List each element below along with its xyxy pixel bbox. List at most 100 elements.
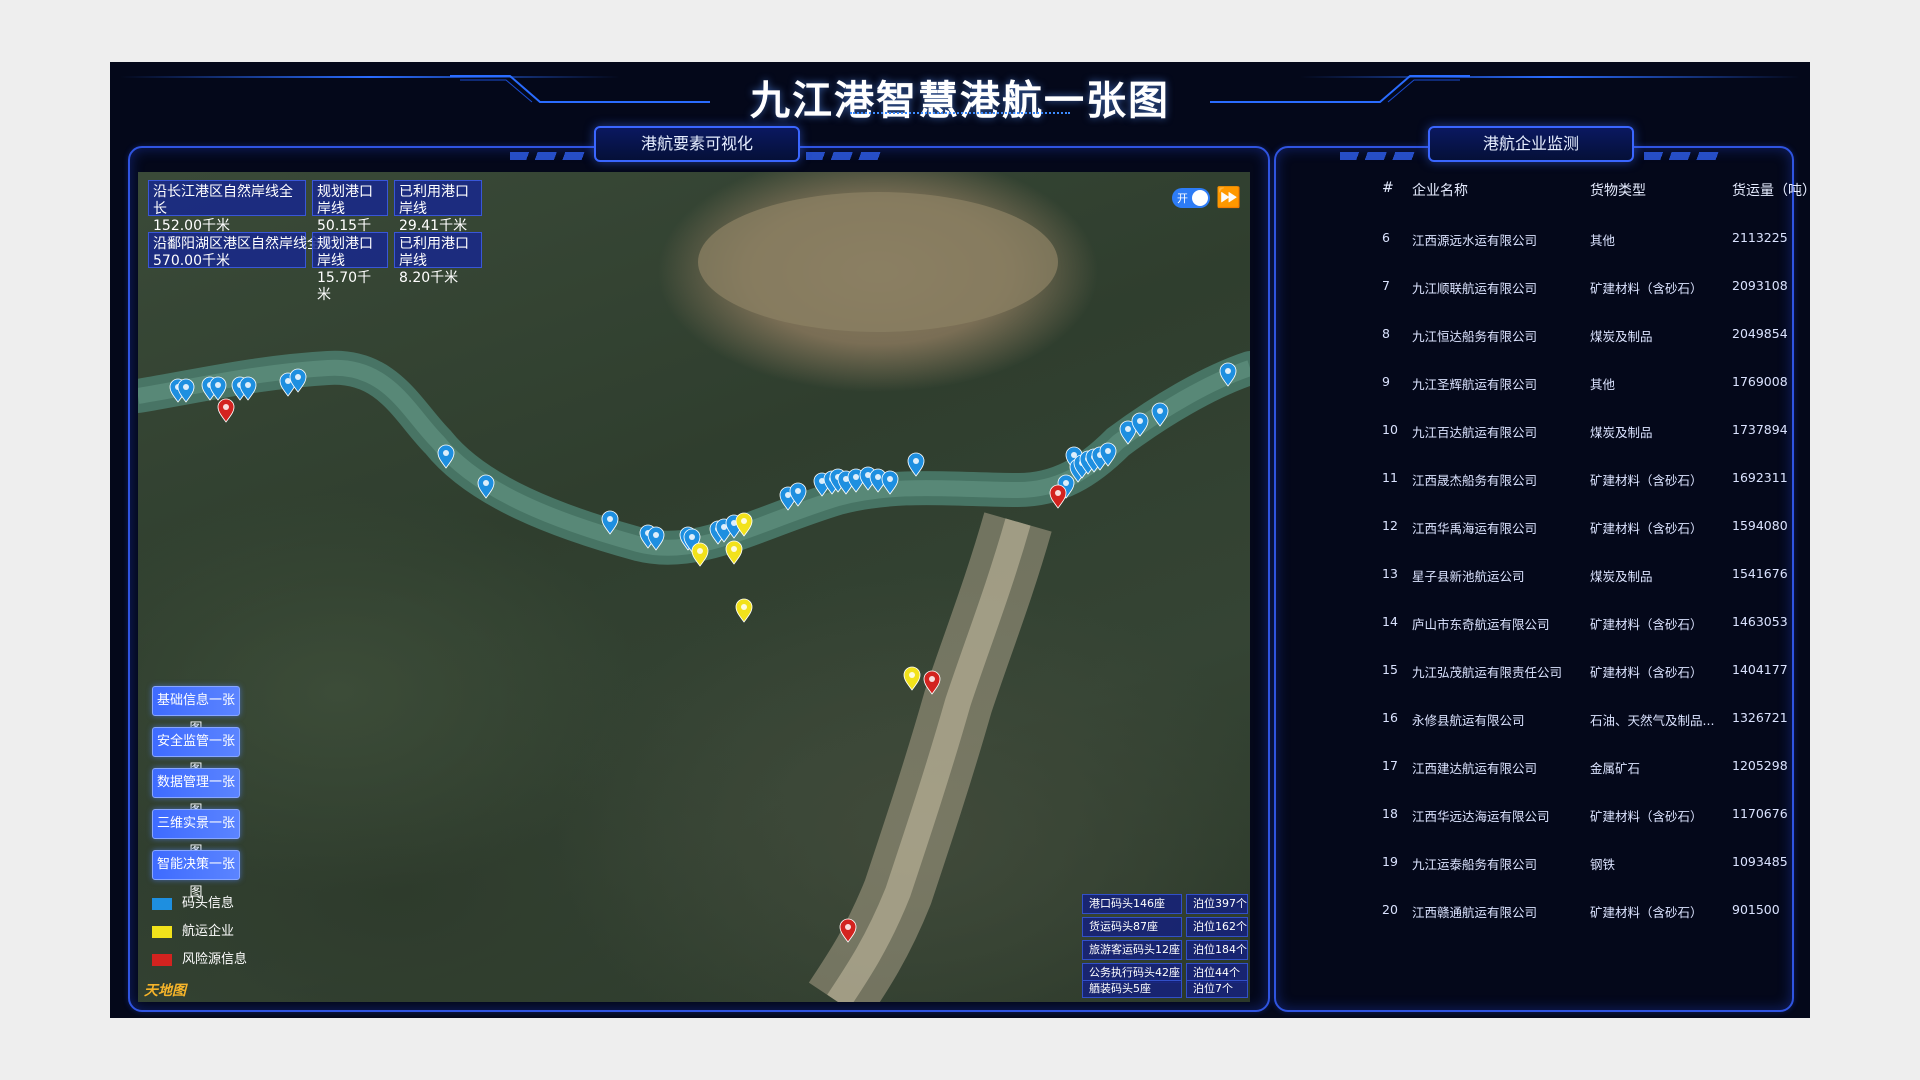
row-volume: 1205298 [1732, 758, 1788, 773]
stat-label: 规划港口岸线 [317, 236, 373, 269]
row-company: 江西建达航运有限公司 [1412, 761, 1538, 776]
yellow-map-marker-icon[interactable] [735, 598, 753, 623]
nav-decision-button[interactable]: 智能决策一张图 [152, 850, 240, 900]
stat-label: 已利用港口岸线 [399, 236, 469, 269]
row-cargo-type: 矿建材料（含砂石） [1590, 521, 1703, 536]
row-company: 九江恒达船务有限公司 [1412, 329, 1538, 344]
row-cargo-type: 石油、天然气及制品... [1590, 713, 1715, 728]
stat-label: 规划港口岸线 [317, 184, 373, 217]
nav-3d-scene-button[interactable]: 三维实景一张图 [152, 809, 240, 859]
yellow-map-marker-icon[interactable] [725, 540, 743, 565]
row-company: 九江百达航运有限公司 [1412, 425, 1538, 440]
marker-layer [169, 362, 1237, 943]
row-cargo-type: 矿建材料（含砂石） [1590, 617, 1703, 632]
dock-stat-name: 港口码头146座 [1082, 894, 1182, 914]
red-map-marker-icon[interactable] [1049, 484, 1067, 509]
stat-used-shoreline-1: 已利用港口岸线 29.41千米 [394, 180, 482, 234]
dashboard: 九江港智慧港航一张图 港航要素可视化 港航企业监测 沿长江港区自然岸线全长 152… [110, 62, 1810, 1018]
row-company: 江西晟杰船务有限公司 [1412, 473, 1538, 488]
nav-data-management-button[interactable]: 数据管理一张图 [152, 768, 240, 818]
row-cargo-type: 矿建材料（含砂石） [1590, 473, 1703, 488]
lake-north [698, 192, 1058, 332]
tab-enterprise-monitoring[interactable]: 港航企业监测 [1428, 126, 1634, 162]
stat-planned-shoreline-1: 规划港口岸线50.15千米 [312, 180, 388, 251]
row-cargo-type: 煤炭及制品 [1590, 569, 1653, 584]
row-cargo-type: 其他 [1590, 377, 1616, 392]
stat-label: 沿鄱阳湖区港区自然岸线全长 [153, 236, 335, 252]
left-tab-chevrons-right [806, 152, 886, 160]
title-underline [850, 112, 1070, 116]
row-index: 18 [1382, 806, 1398, 821]
row-index: 6 [1382, 230, 1390, 245]
dock-stat-name: 货运码头87座 [1082, 917, 1182, 937]
toggle-knob [1192, 190, 1208, 206]
row-volume: 2093108 [1732, 278, 1788, 293]
nav-safety-supervision-button[interactable]: 安全监管一张图 [152, 727, 240, 777]
red-map-marker-icon[interactable] [217, 398, 235, 423]
legend-label: 码头信息 [182, 896, 235, 911]
row-volume: 1170676 [1732, 806, 1788, 821]
row-index: 11 [1382, 470, 1398, 485]
table-header-volume: 货运量（吨） [1732, 183, 1810, 199]
tab-element-visualization[interactable]: 港航要素可视化 [594, 126, 800, 162]
table-header-company: 企业名称 [1412, 183, 1468, 199]
nav-basic-info-button[interactable]: 基础信息一张图 [152, 686, 240, 736]
row-index: 20 [1382, 902, 1398, 917]
row-cargo-type: 矿建材料（含砂石） [1590, 905, 1703, 920]
row-volume: 2113225 [1732, 230, 1788, 245]
row-index: 13 [1382, 566, 1398, 581]
fast-forward-icon[interactable]: ⏩ [1216, 186, 1241, 208]
layer-toggle[interactable]: 开 [1172, 188, 1210, 208]
row-company: 江西赣通航运有限公司 [1412, 905, 1538, 920]
map-provider-logo: 天地图 [144, 983, 186, 999]
row-index: 17 [1382, 758, 1398, 773]
row-company: 江西华禹海运有限公司 [1412, 521, 1538, 536]
row-volume: 2049854 [1732, 326, 1788, 341]
row-cargo-type: 矿建材料（含砂石） [1590, 665, 1703, 680]
row-company: 九江圣辉航运有限公司 [1412, 377, 1538, 392]
right-tab-chevrons-right [1644, 152, 1724, 160]
dock-stat-name: 舾装码头5座 [1082, 980, 1182, 998]
toggle-label: 开 [1177, 192, 1188, 205]
row-company: 星子县新池航运公司 [1412, 569, 1525, 584]
dock-stat-name: 旅游客运码头12座 [1082, 940, 1182, 960]
row-volume: 1692311 [1732, 470, 1788, 485]
yellow-map-marker-icon[interactable] [903, 666, 921, 691]
row-volume: 1404177 [1732, 662, 1788, 677]
row-volume: 1541676 [1732, 566, 1788, 581]
row-cargo-type: 其他 [1590, 233, 1616, 248]
row-company: 江西源远水运有限公司 [1412, 233, 1538, 248]
row-cargo-type: 金属矿石 [1590, 761, 1641, 776]
stat-value: 570.00千米 [153, 253, 230, 269]
row-index: 15 [1382, 662, 1398, 677]
stat-used-shoreline-2: 已利用港口岸线 8.20千米 [394, 232, 482, 286]
row-volume: 1594080 [1732, 518, 1788, 533]
row-company: 永修县航运有限公司 [1412, 713, 1525, 728]
row-cargo-type: 矿建材料（含砂石） [1590, 809, 1703, 824]
map-overlay [138, 192, 1250, 1002]
legend-swatch-yellow [152, 926, 172, 938]
dock-stat-berth: 泊位184个 [1186, 940, 1248, 960]
row-company: 九江弘茂航运有限责任公司 [1412, 665, 1563, 680]
row-volume: 1093485 [1732, 854, 1788, 869]
stat-label: 已利用港口岸线 [399, 184, 469, 217]
right-tab-chevrons-left [1340, 152, 1420, 160]
row-volume: 1326721 [1732, 710, 1788, 725]
satellite-map[interactable]: 沿长江港区自然岸线全长152.00千米 规划港口岸线50.15千米 已利用港口岸… [138, 172, 1250, 1002]
stat-value: 15.70千米 [317, 270, 372, 303]
legend-label: 风险源信息 [182, 952, 248, 967]
legend-label: 航运企业 [182, 924, 235, 939]
legend-swatch-red [152, 954, 172, 966]
stat-poyang-shoreline: 沿鄱阳湖区港区自然岸线全长 570.00千米 [148, 232, 335, 269]
row-cargo-type: 矿建材料（含砂石） [1590, 281, 1703, 296]
page-title: 九江港智慧港航一张图 [750, 78, 1170, 124]
stat-planned-shoreline-2: 规划港口岸线 15.70千米 [312, 232, 388, 303]
dock-stat-berth: 泊位7个 [1186, 980, 1248, 998]
row-index: 16 [1382, 710, 1398, 725]
row-index: 14 [1382, 614, 1398, 629]
row-index: 10 [1382, 422, 1398, 437]
row-index: 8 [1382, 326, 1390, 341]
row-company: 江西华远达海运有限公司 [1412, 809, 1550, 824]
row-index: 19 [1382, 854, 1398, 869]
table-header-index: # [1382, 180, 1394, 196]
